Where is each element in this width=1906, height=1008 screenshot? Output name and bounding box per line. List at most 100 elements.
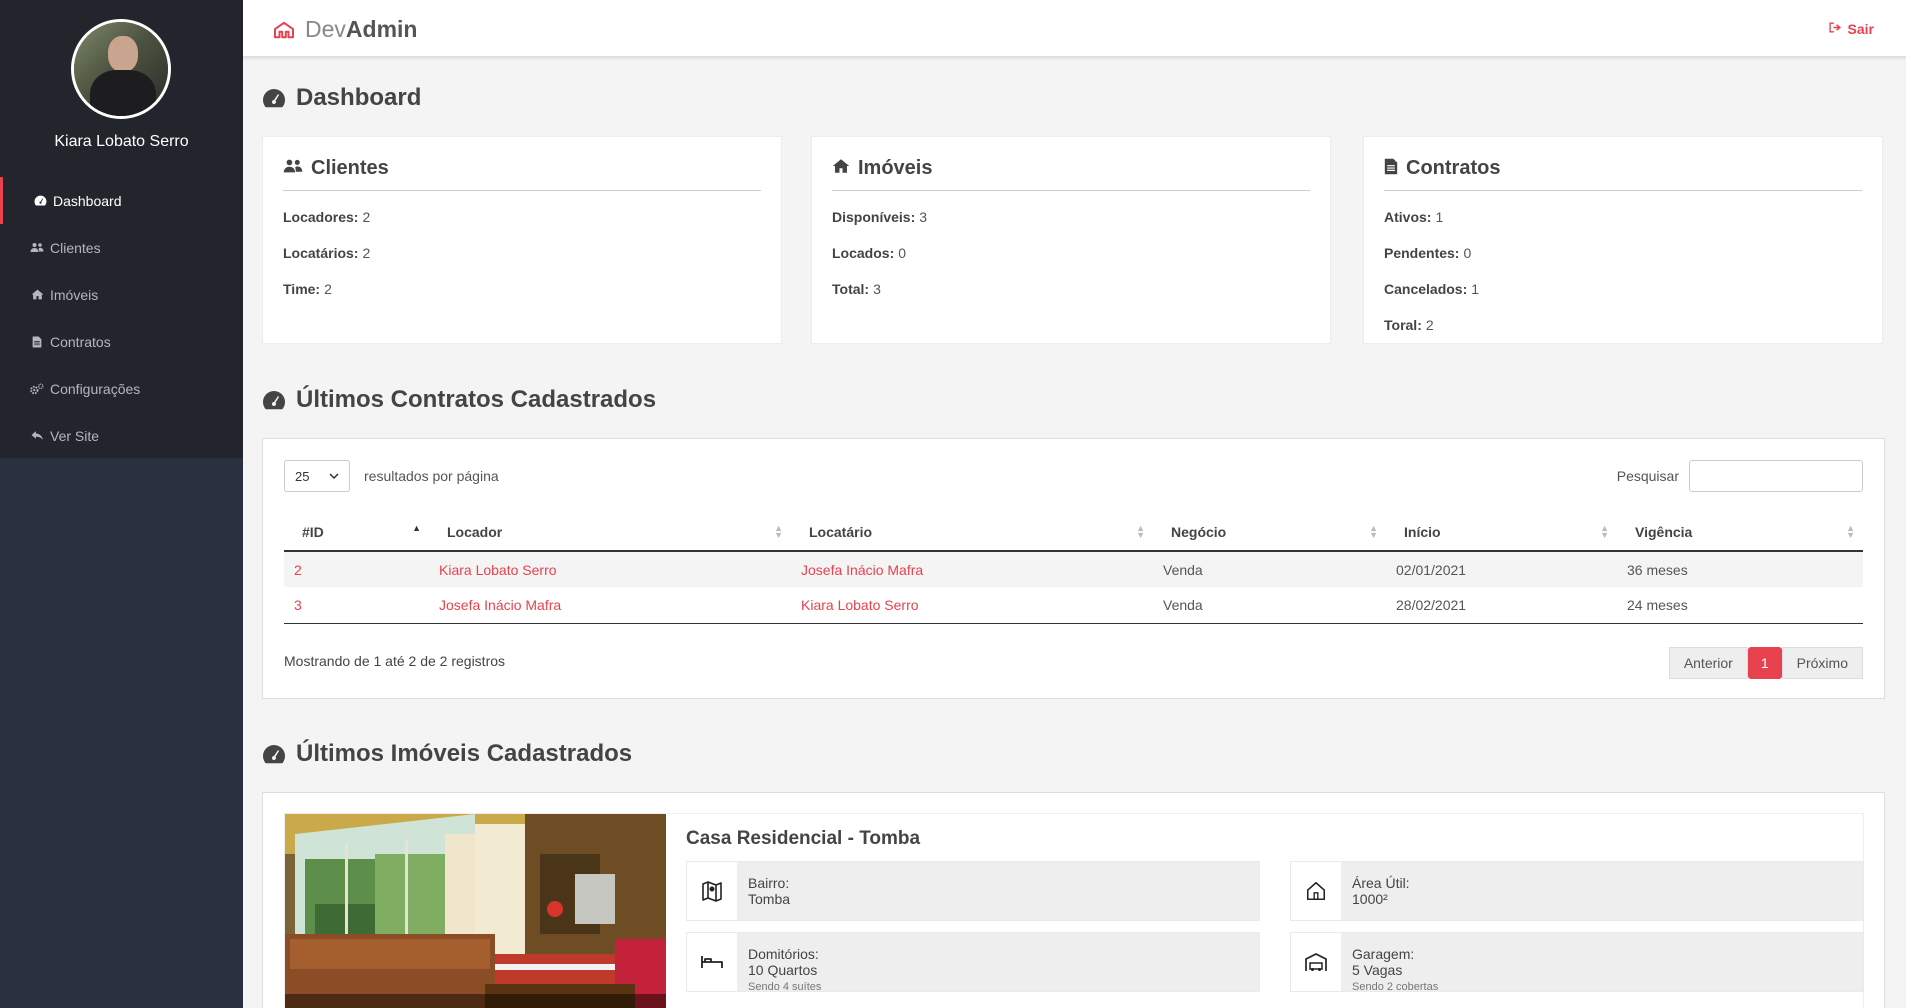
stat-line: Locados: 0 xyxy=(832,235,1310,271)
sort-icon: ▲ ▼ xyxy=(1600,523,1609,540)
stat-label: Time: xyxy=(283,281,321,297)
cell-vigencia: 24 meses xyxy=(1617,587,1863,624)
column-header-id[interactable]: #ID ▲ xyxy=(284,513,429,552)
avatar[interactable] xyxy=(71,19,171,119)
sidebar-item-clientes[interactable]: Clientes xyxy=(0,224,243,271)
users-icon xyxy=(29,242,45,253)
feature-text: Bairro: Tomba xyxy=(748,875,790,907)
card-title: Contratos xyxy=(1384,157,1862,191)
contracts-table: #ID ▲ Locador ▲ ▼ Locatário ▲ ▼ Negócio ▲ ▼ Iní… xyxy=(284,513,1863,624)
locatario-link[interactable]: Josefa Inácio Mafra xyxy=(801,562,923,578)
page-length-select[interactable]: 25 xyxy=(284,460,350,492)
sidebar-item-label: Dashboard xyxy=(53,192,122,209)
feature-garagem: Garagem: 5 Vagas Sendo 2 cobertas xyxy=(1290,932,1864,993)
sidebar: Kiara Lobato Serro Dashboard Clientes Im… xyxy=(0,0,243,1008)
garage-icon xyxy=(1291,933,1341,991)
sidebar-item-ver-site[interactable]: Ver Site xyxy=(0,412,243,459)
locador-link[interactable]: Josefa Inácio Mafra xyxy=(439,597,561,613)
stat-line: Toral: 2 xyxy=(1384,307,1862,343)
page-title-text: Dashboard xyxy=(296,84,422,111)
sort-icon: ▲ ▼ xyxy=(1136,523,1145,540)
properties-section-title: Últimos Imóveis Cadastrados xyxy=(262,740,632,768)
feature-value: 1000² xyxy=(1352,891,1388,907)
column-header-vigencia[interactable]: Vigência ▲ ▼ xyxy=(1617,513,1863,552)
reply-icon xyxy=(29,430,45,441)
sidebar-item-contratos[interactable]: Contratos xyxy=(0,318,243,365)
page-1-button[interactable]: 1 xyxy=(1747,647,1782,679)
search-input[interactable] xyxy=(1689,460,1863,492)
feature-label: Bairro: xyxy=(748,875,790,891)
column-header-negocio[interactable]: Negócio ▲ ▼ xyxy=(1153,513,1386,552)
brand[interactable]: Dev Admin xyxy=(273,16,417,43)
feature-value: 10 Quartos xyxy=(748,962,818,978)
contract-id-link[interactable]: 2 xyxy=(294,562,302,578)
sort-icon: ▲ ▼ xyxy=(1369,523,1378,540)
stat-label: Locadores: xyxy=(283,209,359,225)
sort-asc-icon: ▲ xyxy=(412,523,421,533)
clientes-card: Clientes Locadores: 2 Locatários: 2 Time: 2 xyxy=(262,136,782,344)
document-icon xyxy=(1384,158,1398,180)
column-header-locador[interactable]: Locador ▲ ▼ xyxy=(429,513,791,552)
document-icon xyxy=(29,336,45,348)
column-label: Negócio xyxy=(1171,523,1227,540)
brand-bold: Admin xyxy=(345,16,418,42)
logout-button[interactable]: Sair xyxy=(1828,21,1874,37)
column-label: Locatário xyxy=(809,523,873,540)
cell-negocio: Venda xyxy=(1153,587,1386,624)
column-header-locatario[interactable]: Locatário ▲ ▼ xyxy=(791,513,1153,552)
card-title-text: Imóveis xyxy=(858,157,933,179)
imoveis-card: Imóveis Disponíveis: 3 Locados: 0 Total: 3 xyxy=(811,136,1331,344)
page-length-control: 25 resultados por página xyxy=(284,460,499,492)
cell-negocio: Venda xyxy=(1153,551,1386,587)
feature-label: Garagem: xyxy=(1352,946,1415,962)
sign-out-icon xyxy=(1828,22,1842,36)
contracts-table-panel: 25 resultados por página Pesquisar #ID ▲ … xyxy=(262,438,1885,699)
property-title[interactable]: Casa Residencial - Tomba xyxy=(686,828,920,850)
stat-value: 0 xyxy=(898,245,907,261)
cell-locatario[interactable]: Kiara Lobato Serro xyxy=(791,587,1153,624)
feature-sub: Sendo 2 cobertas xyxy=(1352,981,1439,993)
stat-line: Locadores: 2 xyxy=(283,199,761,235)
cell-locador[interactable]: Josefa Inácio Mafra xyxy=(429,587,791,624)
locador-link[interactable]: Kiara Lobato Serro xyxy=(439,562,557,578)
cell-locador[interactable]: Kiara Lobato Serro xyxy=(429,551,791,587)
cell-locatario[interactable]: Josefa Inácio Mafra xyxy=(791,551,1153,587)
page-length-value: 25 xyxy=(295,468,310,484)
stat-line: Cancelados: 1 xyxy=(1384,271,1862,307)
cell-id[interactable]: 3 xyxy=(284,587,429,624)
stat-label: Locatários: xyxy=(283,245,359,261)
feature-text: Área Útil: 1000² xyxy=(1352,875,1410,907)
user-name: Kiara Lobato Serro xyxy=(54,133,189,150)
card-title: Clientes xyxy=(283,157,761,191)
logo-icon xyxy=(274,21,294,38)
chevron-down-icon xyxy=(329,473,339,479)
prev-page-button[interactable]: Anterior xyxy=(1668,647,1748,679)
column-header-inicio[interactable]: Início ▲ ▼ xyxy=(1386,513,1617,552)
sidebar-item-dashboard[interactable]: Dashboard xyxy=(0,177,243,224)
stat-value: 0 xyxy=(1463,245,1472,261)
locatario-link[interactable]: Kiara Lobato Serro xyxy=(801,597,919,613)
sidebar-item-imoveis[interactable]: Imóveis xyxy=(0,271,243,318)
stat-value: 2 xyxy=(324,281,332,297)
column-label: Locador xyxy=(447,523,503,540)
dashboard-icon xyxy=(263,89,285,108)
properties-panel: Casa Residencial - Tomba Bairro: Tomba Ár… xyxy=(262,792,1885,1008)
dashboard-icon xyxy=(263,745,285,764)
column-label: #ID xyxy=(302,523,324,540)
feature-text: Domitórios: 10 Quartos xyxy=(748,946,819,978)
next-page-button[interactable]: Próximo xyxy=(1781,647,1863,679)
sidebar-item-configuracoes[interactable]: Configurações xyxy=(0,365,243,412)
contratos-card: Contratos Ativos: 1 Pendentes: 0 Cancelado… xyxy=(1363,136,1883,344)
property-photo[interactable] xyxy=(285,814,666,1008)
house-icon xyxy=(1291,862,1341,920)
property-card[interactable]: Casa Residencial - Tomba Bairro: Tomba Ár… xyxy=(284,813,1864,1008)
stat-value: 1 xyxy=(1435,209,1444,225)
stat-value: 2 xyxy=(362,209,371,225)
home-icon xyxy=(29,289,45,300)
sidebar-item-label: Ver Site xyxy=(50,427,100,444)
cell-id[interactable]: 2 xyxy=(284,551,429,587)
living-room-image xyxy=(285,814,666,1008)
stat-line: Pendentes: 0 xyxy=(1384,235,1862,271)
contract-id-link[interactable]: 3 xyxy=(294,597,302,613)
search-control: Pesquisar xyxy=(1617,460,1863,492)
